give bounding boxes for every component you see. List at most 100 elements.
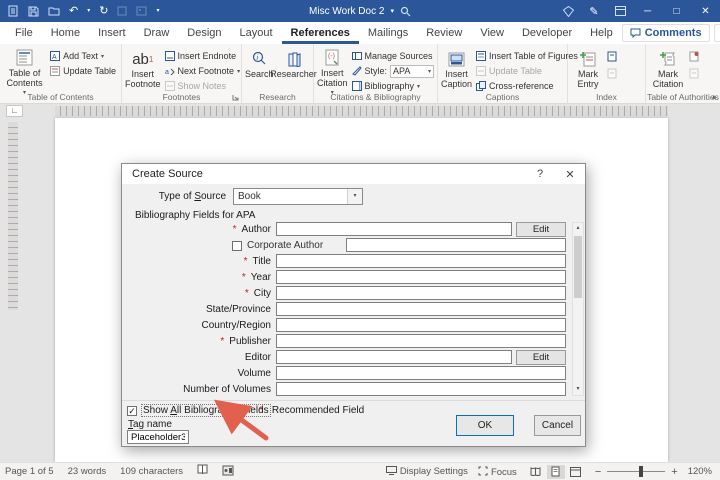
tab-insert[interactable]: Insert [89, 22, 135, 44]
display-settings-button[interactable]: Display Settings [386, 466, 468, 477]
zoom-thumb[interactable] [639, 466, 643, 477]
next-footnote-button[interactable]: aNext Footnote▾ [163, 64, 243, 78]
number-of-volumes-input[interactable] [276, 382, 566, 396]
footnotes-dialog-launcher-icon[interactable] [232, 94, 239, 103]
macro-recording-icon[interactable] [222, 465, 234, 479]
type-of-source-label: Type of Source [159, 191, 226, 202]
save-icon[interactable] [28, 6, 39, 17]
mark-entry-button[interactable]: Mark Entry [571, 47, 605, 92]
tab-references[interactable]: References [282, 22, 359, 44]
title-input[interactable] [276, 254, 566, 268]
web-layout-icon[interactable] [567, 465, 585, 479]
insert-table-of-figures-button[interactable]: Insert Table of Figures [474, 49, 580, 63]
ok-button[interactable]: OK [456, 415, 514, 436]
show-all-checkbox-box[interactable]: ✓ [127, 406, 137, 416]
author-edit-button[interactable]: Edit [516, 222, 566, 237]
city-input[interactable] [276, 286, 566, 300]
cancel-button[interactable]: Cancel [534, 415, 581, 436]
tab-draw[interactable]: Draw [135, 22, 179, 44]
focus-button[interactable]: Focus [478, 466, 517, 478]
undo-dropdown-icon[interactable]: ▾ [87, 0, 90, 22]
volume-input[interactable] [276, 366, 566, 380]
add-text-button[interactable]: AAdd Text▾ [48, 49, 118, 63]
insert-endnote-button[interactable]: Insert Endnote [163, 49, 243, 63]
tab-help[interactable]: Help [581, 22, 622, 44]
tab-file[interactable]: File [6, 22, 42, 44]
zoom-track[interactable] [607, 471, 665, 472]
editing-button[interactable]: ✎Editing▾ [714, 24, 720, 42]
corporate-author-checkbox[interactable] [232, 241, 242, 251]
editor-input[interactable] [276, 350, 512, 364]
tag-name-input[interactable] [127, 430, 189, 444]
manage-sources-icon [352, 51, 362, 61]
insert-toa-icon[interactable] [689, 51, 700, 65]
group-table-of-authorities: Mark Citation Table of Authorities [646, 44, 720, 104]
undo-icon[interactable]: ↶ [69, 0, 78, 22]
proofing-icon[interactable] [197, 464, 208, 479]
insert-table-of-figures-icon [476, 51, 486, 61]
publisher-input[interactable] [276, 334, 566, 348]
character-count[interactable]: 109 characters [120, 466, 183, 477]
designer-icon[interactable] [555, 0, 581, 22]
tab-home[interactable]: Home [42, 22, 89, 44]
customize-qat-icon[interactable]: ▾ [156, 0, 159, 22]
insert-caption-button[interactable]: Insert Caption [441, 47, 472, 92]
state-province-input[interactable] [276, 302, 566, 316]
vertical-ruler[interactable] [8, 122, 18, 310]
dialog-close-icon[interactable]: ✕ [555, 168, 585, 181]
tab-developer[interactable]: Developer [513, 22, 581, 44]
dialog-scrollbar[interactable]: ▴ ▾ [572, 222, 584, 396]
manage-sources-button[interactable]: Manage Sources [350, 49, 437, 63]
close-button[interactable]: ✕ [691, 0, 720, 22]
tab-view[interactable]: View [471, 22, 513, 44]
tab-layout[interactable]: Layout [231, 22, 282, 44]
tab-selector[interactable]: ∟ [6, 105, 23, 117]
editor-edit-button[interactable]: Edit [516, 350, 566, 365]
insert-footnote-button[interactable]: ab1 Insert Footnote [125, 47, 161, 92]
word-count[interactable]: 23 words [68, 466, 107, 477]
type-of-source-dropdown[interactable]: Book ▾ [233, 188, 363, 205]
update-table-captions-icon [476, 66, 486, 76]
tab-review[interactable]: Review [417, 22, 471, 44]
corporate-author-input[interactable] [346, 238, 566, 252]
zoom-level[interactable]: 120% [688, 466, 712, 477]
type-dropdown-chevron-icon[interactable]: ▾ [347, 189, 362, 204]
zoom-in-icon[interactable]: + [671, 466, 677, 478]
zoom-out-icon[interactable]: − [595, 466, 601, 478]
insert-citation-button[interactable]: (-) Insert Citation ▾ [317, 47, 348, 92]
tab-design[interactable]: Design [178, 22, 230, 44]
search-icon[interactable] [400, 6, 411, 17]
state-province-label: State/Province [206, 304, 271, 315]
bibliography-button[interactable]: Bibliography▾ [350, 79, 437, 93]
scroll-up-icon[interactable]: ▴ [573, 223, 583, 234]
update-table-button[interactable]: Update Table [48, 64, 118, 78]
pen-icon[interactable]: ✎ [581, 0, 607, 22]
open-icon[interactable] [48, 6, 60, 16]
year-input[interactable] [276, 270, 566, 284]
style-dropdown[interactable]: APA▾ [390, 65, 434, 78]
researcher-button[interactable]: Researcher [276, 47, 312, 92]
redo-icon[interactable]: ↻ [99, 0, 108, 22]
page-indicator[interactable]: Page 1 of 5 [5, 466, 54, 477]
ribbon-display-options-icon[interactable] [607, 0, 633, 22]
scroll-down-icon[interactable]: ▾ [573, 384, 583, 395]
print-layout-icon[interactable] [547, 465, 565, 479]
maximize-button[interactable]: □ [662, 0, 691, 22]
read-mode-icon[interactable] [527, 465, 545, 479]
collapse-ribbon-icon[interactable]: ▴ [712, 92, 716, 101]
insert-endnote-icon [165, 51, 175, 61]
cross-reference-button[interactable]: Cross-reference [474, 79, 580, 93]
scroll-thumb[interactable] [574, 236, 582, 298]
minimize-button[interactable]: ─ [633, 0, 662, 22]
tab-mailings[interactable]: Mailings [359, 22, 417, 44]
dialog-help-icon[interactable]: ? [525, 168, 555, 180]
horizontal-ruler[interactable] [55, 106, 668, 116]
country-region-input[interactable] [276, 318, 566, 332]
insert-index-icon[interactable] [607, 51, 618, 65]
mark-citation-button[interactable]: Mark Citation [649, 47, 687, 92]
comments-button[interactable]: Comments [622, 24, 710, 42]
title-dropdown-icon[interactable]: ▾ [390, 7, 394, 15]
search-button[interactable]: i Search [245, 47, 274, 92]
table-of-contents-button[interactable]: Table of Contents ▾ [3, 47, 46, 92]
author-input[interactable] [276, 222, 512, 236]
